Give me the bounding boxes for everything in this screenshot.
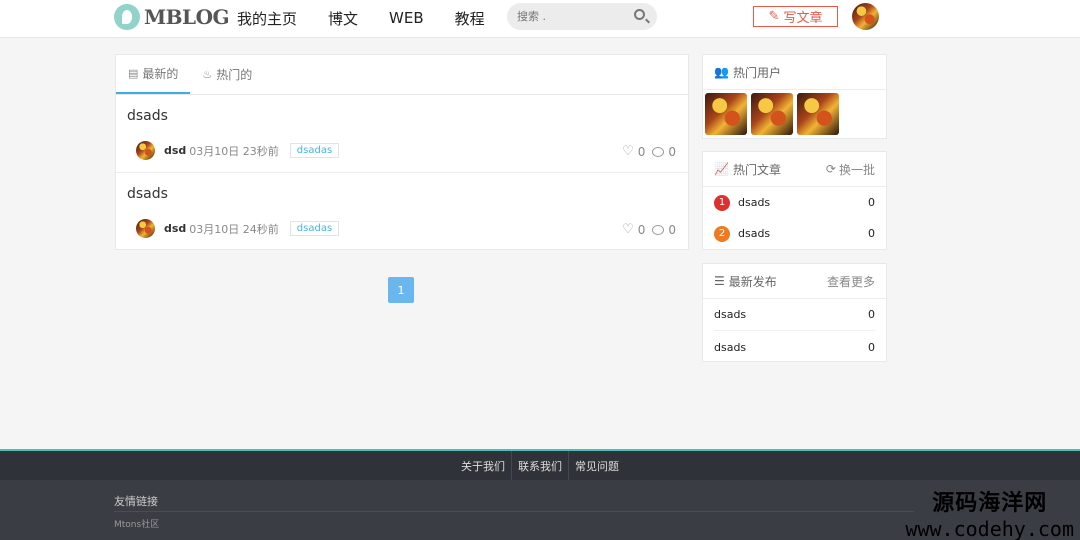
nav-tutorials[interactable]: 教程: [455, 8, 485, 29]
post-author[interactable]: dsd: [164, 144, 186, 157]
main-nav: 我的主页 博文 WEB 教程: [237, 0, 485, 36]
refresh-label: 换一批: [838, 162, 875, 177]
hot-users-title: 热门用户: [732, 65, 781, 80]
nav-home[interactable]: 我的主页: [237, 8, 297, 29]
heart-icon: ♡: [622, 144, 634, 159]
author-avatar[interactable]: [136, 141, 155, 160]
latest-post-title[interactable]: dsads: [714, 341, 746, 354]
footer-link-about[interactable]: 关于我们: [455, 451, 512, 480]
like-count: 0: [637, 144, 646, 159]
post-tag[interactable]: dsadas: [289, 143, 340, 158]
hot-post-title[interactable]: dsads: [738, 196, 770, 209]
latest-post-row[interactable]: dsads 0: [714, 299, 875, 331]
heart-icon: ♡: [622, 222, 634, 237]
footer-links: 关于我们 联系我们 常见问题: [455, 451, 625, 480]
comment-count: 0: [668, 144, 676, 159]
chart-icon: 📈: [714, 162, 729, 176]
hot-post-title[interactable]: dsads: [738, 227, 770, 240]
comment-icon: [652, 224, 665, 235]
logo-badge-icon: [114, 4, 140, 30]
like-count: 0: [637, 222, 646, 237]
tab-hot-label: 热门的: [216, 68, 253, 82]
logo-text: MBLOG: [144, 5, 230, 29]
list-icon: ☰: [714, 274, 725, 288]
pencil-icon: ✎: [768, 9, 780, 24]
comment-stat[interactable]: 0: [652, 145, 676, 159]
watermark-line1: 源码海洋网: [932, 491, 1048, 516]
post-item: dsads dsd 03月10日 24秒前 dsadas ♡ 0 0: [116, 173, 688, 251]
tab-latest-label: 最新的: [142, 67, 179, 81]
post-time: 03月10日 24秒前: [189, 222, 279, 236]
write-post-label: 写文章: [783, 11, 823, 26]
comment-count: 0: [668, 222, 676, 237]
post-stats: ♡ 0 0: [622, 144, 676, 159]
latest-posts-card: ☰ 最新发布 查看更多 dsads 0 dsads 0: [702, 263, 887, 362]
view-more-link[interactable]: 查看更多: [827, 273, 875, 290]
like-stat[interactable]: ♡ 0: [622, 222, 645, 237]
latest-posts-header: ☰ 最新发布 查看更多: [703, 264, 886, 299]
write-post-button[interactable]: ✎ 写文章: [753, 6, 838, 27]
search-icon[interactable]: [634, 9, 645, 20]
comment-stat[interactable]: 0: [652, 223, 676, 237]
fire-icon: ♨: [202, 68, 213, 81]
like-stat[interactable]: ♡ 0: [622, 144, 645, 159]
hot-posts-title: 热门文章: [732, 162, 781, 177]
hot-post-row[interactable]: 1 dsads 0: [703, 187, 886, 218]
nav-web[interactable]: WEB: [389, 9, 424, 27]
comment-icon: [652, 146, 665, 157]
friends-title: 友情链接: [114, 495, 158, 508]
latest-posts-title: 最新发布: [728, 274, 777, 289]
post-meta: dsd 03月10日 24秒前 dsadas: [136, 219, 340, 238]
post-tabs: ▤ 最新的 ♨ 热门的: [116, 55, 688, 95]
latest-post-count: 0: [868, 340, 875, 354]
hot-users-list: [703, 90, 886, 138]
post-meta: dsd 03月10日 23秒前 dsadas: [136, 141, 340, 160]
hot-posts-card: 📈 热门文章 ⟳ 换一批 1 dsads 0 2 dsads 0: [702, 151, 887, 250]
post-title[interactable]: dsads: [127, 108, 168, 124]
hot-users-card: 👥 热门用户: [702, 54, 887, 139]
post-item: dsads dsd 03月10日 23秒前 dsadas ♡ 0 0: [116, 95, 688, 173]
hot-users-header: 👥 热门用户: [703, 55, 886, 90]
friends-divider: [114, 511, 914, 512]
footer-nav: 关于我们 联系我们 常见问题: [0, 449, 1080, 480]
users-icon: 👥: [714, 65, 729, 79]
hot-user-avatar[interactable]: [705, 93, 747, 135]
latest-post-row[interactable]: dsads 0: [714, 331, 875, 363]
user-avatar[interactable]: [852, 3, 879, 30]
rank-badge: 2: [714, 225, 730, 242]
refresh-button[interactable]: ⟳ 换一批: [826, 161, 875, 178]
post-title[interactable]: dsads: [127, 186, 168, 202]
newspaper-icon: ▤: [128, 67, 139, 80]
hot-post-count: 0: [868, 227, 875, 240]
latest-post-title[interactable]: dsads: [714, 308, 746, 321]
post-stats: ♡ 0 0: [622, 222, 676, 237]
refresh-icon: ⟳: [825, 162, 836, 176]
hot-posts-header: 📈 热门文章 ⟳ 换一批: [703, 152, 886, 187]
post-author[interactable]: dsd: [164, 222, 186, 235]
search-box: [507, 3, 657, 30]
rank-badge: 1: [714, 194, 730, 211]
site-logo[interactable]: MBLOG: [114, 4, 230, 30]
footer-link-faq[interactable]: 常见问题: [569, 451, 625, 480]
nav-posts[interactable]: 博文: [328, 8, 358, 29]
tab-latest[interactable]: ▤ 最新的: [116, 55, 191, 94]
pagination-page-1[interactable]: 1: [388, 277, 414, 303]
hot-post-row[interactable]: 2 dsads 0: [703, 218, 886, 249]
hot-user-avatar[interactable]: [797, 93, 839, 135]
post-tag[interactable]: dsadas: [289, 221, 340, 236]
friend-link[interactable]: Mtons社区: [114, 517, 159, 530]
watermark: 源码海洋网 www.codehy.com: [905, 485, 1074, 540]
hot-post-count: 0: [868, 196, 875, 209]
post-list-panel: ▤ 最新的 ♨ 热门的 dsads dsd 03月10日 23秒前 dsadas…: [115, 54, 689, 250]
latest-post-count: 0: [868, 308, 875, 321]
hot-user-avatar[interactable]: [751, 93, 793, 135]
post-time: 03月10日 23秒前: [189, 144, 279, 158]
author-avatar[interactable]: [136, 219, 155, 238]
footer-link-contact[interactable]: 联系我们: [512, 451, 569, 480]
search-input[interactable]: [517, 8, 627, 25]
watermark-line2: www.codehy.com: [905, 517, 1074, 540]
tab-hot[interactable]: ♨ 热门的: [190, 55, 264, 94]
top-header: MBLOG 我的主页 博文 WEB 教程 ✎ 写文章: [0, 0, 1080, 38]
